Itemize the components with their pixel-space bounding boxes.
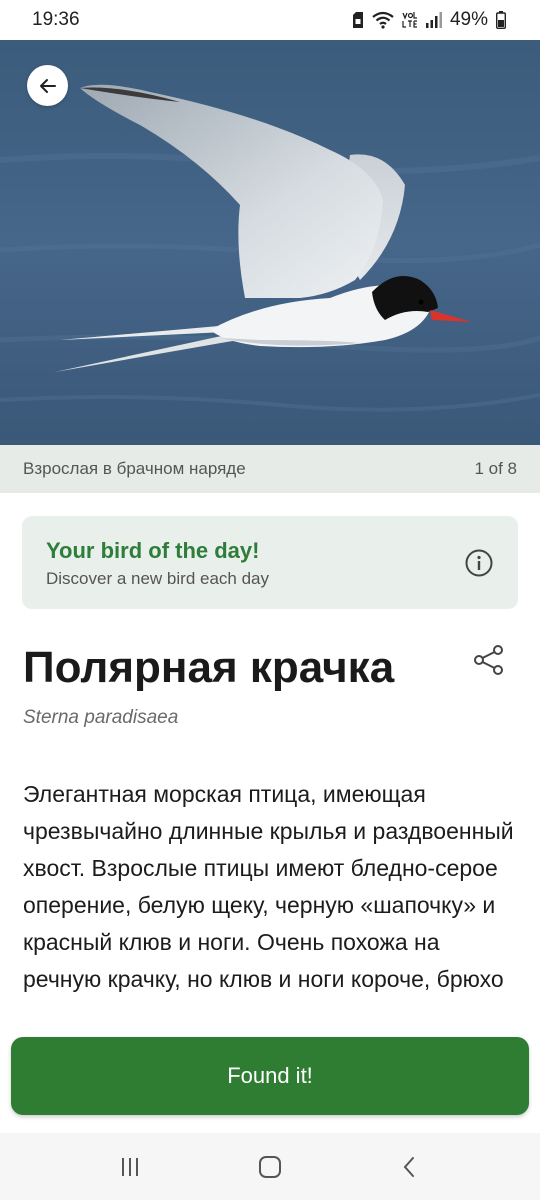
back-button[interactable] xyxy=(27,65,68,106)
share-icon xyxy=(474,645,503,675)
photo-counter: 1 of 8 xyxy=(474,459,517,478)
volte-icon xyxy=(402,11,418,29)
photo-caption-bar: Взрослая в брачном наряде 1 of 8 xyxy=(0,445,540,493)
status-time: 19:36 xyxy=(32,9,80,30)
back-icon xyxy=(403,1156,414,1177)
bird-of-day-title: Your bird of the day! xyxy=(46,538,260,563)
bird-of-day-card: Your bird of the day! Discover a new bir… xyxy=(22,516,518,609)
home-icon xyxy=(259,1155,281,1178)
bird-description: Элегантная морская птица, имеющая чрезвы… xyxy=(23,781,514,992)
share-button[interactable] xyxy=(472,643,506,677)
info-icon xyxy=(465,549,493,577)
screen: 19:36 49% Взрослая в брачном наряде 1 of… xyxy=(0,0,540,1200)
status-icons: 49% xyxy=(352,9,506,31)
bird-name: Полярная крачка xyxy=(23,643,395,692)
nav-back-button[interactable] xyxy=(390,1147,430,1187)
arrow-left-icon xyxy=(39,78,56,93)
bird-of-day-subtitle: Discover a new bird each day xyxy=(46,569,270,588)
photo-caption: Взрослая в брачном наряде xyxy=(23,459,246,478)
system-nav-bar xyxy=(0,1133,540,1200)
recent-apps-button[interactable] xyxy=(110,1147,150,1187)
description-scroll[interactable]: Элегантная морская птица, имеющая чрезвы… xyxy=(23,776,518,1018)
sim-card-icon xyxy=(352,12,364,28)
recent-apps-icon xyxy=(122,1157,138,1176)
battery-percent: 49% xyxy=(449,9,488,30)
info-button[interactable] xyxy=(464,548,494,578)
home-button[interactable] xyxy=(250,1147,290,1187)
status-bar: 19:36 49% xyxy=(0,0,540,40)
bird-photo xyxy=(0,40,540,445)
signal-icon xyxy=(425,12,442,28)
battery-icon xyxy=(496,11,506,29)
latin-name: Sterna paradisaea xyxy=(23,707,179,728)
wifi-icon xyxy=(372,11,394,29)
found-it-button[interactable]: Found it! xyxy=(11,1037,529,1115)
